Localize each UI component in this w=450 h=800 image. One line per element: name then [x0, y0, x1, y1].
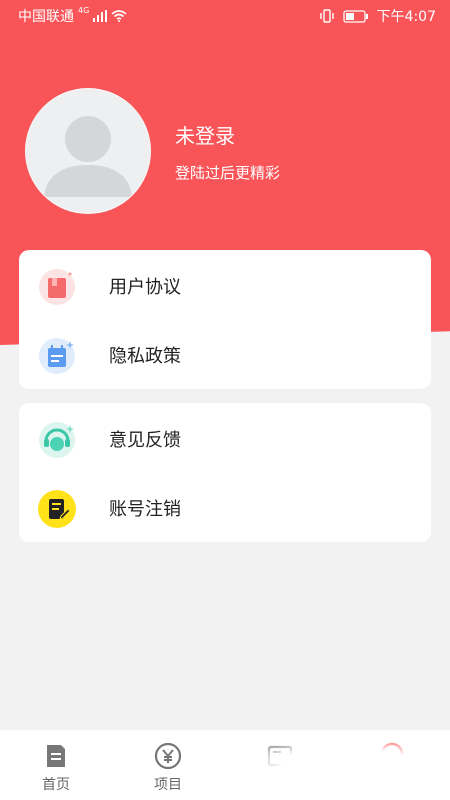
menu-item-label: 用户协议 — [109, 277, 181, 298]
carrier-label: 中国联通 — [18, 9, 74, 25]
tab-home[interactable]: 首页 — [0, 730, 112, 800]
menu-card-account: 意见反馈 账号注销 — [19, 403, 431, 542]
battery-icon — [342, 9, 368, 23]
menu-item-feedback[interactable]: 意见反馈 — [19, 403, 431, 472]
status-bar: 中国联通 4G 下午4:07 — [0, 0, 450, 32]
menu-item-privacy-policy[interactable]: 隐私政策 — [19, 319, 431, 388]
home-doc-icon — [47, 745, 65, 767]
menu-item-label: 账号注销 — [109, 499, 181, 520]
avatar[interactable] — [25, 88, 151, 214]
clock: 下午4:07 — [376, 9, 436, 25]
network-type: 4G — [78, 5, 90, 15]
wifi-icon — [111, 10, 127, 22]
vibrate-icon — [319, 9, 334, 23]
login-hint-subtitle: 登陆过后更精彩 — [175, 164, 281, 182]
user-agreement-icon — [39, 269, 75, 305]
menu-item-account-cancel[interactable]: 账号注销 — [19, 472, 431, 541]
account-cancel-icon — [38, 490, 76, 528]
yen-icon — [154, 742, 182, 770]
tab-label: 首页 — [42, 777, 70, 793]
menu-card-legal: 用户协议 隐私政策 — [19, 250, 431, 389]
signal-icon — [93, 10, 108, 22]
default-avatar-icon — [44, 116, 132, 197]
menu-item-user-agreement[interactable]: 用户协议 — [19, 250, 431, 319]
tab-projects[interactable]: 项目 — [112, 730, 224, 800]
tab-label: 项目 — [154, 777, 182, 793]
login-status-title[interactable]: 未登录 — [175, 120, 235, 149]
feedback-icon — [39, 422, 75, 458]
menu-item-label: 隐私政策 — [109, 346, 181, 367]
menu-item-label: 意见反馈 — [109, 430, 181, 451]
image-smudge — [240, 738, 450, 800]
privacy-policy-icon — [39, 338, 75, 374]
